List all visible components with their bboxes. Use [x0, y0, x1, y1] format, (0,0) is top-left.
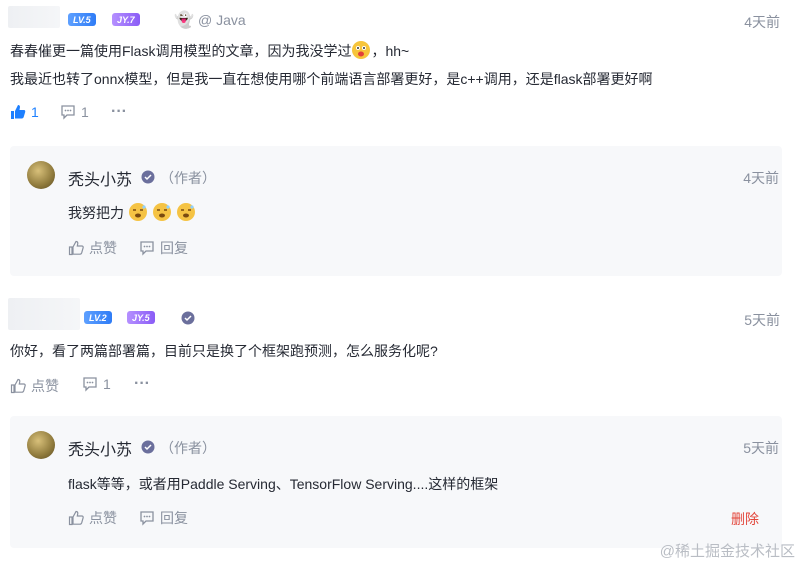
- author-tag: （作者）: [160, 170, 216, 186]
- reply-text: 我努把力: [68, 202, 196, 224]
- reply-like-button[interactable]: 点赞: [68, 508, 117, 528]
- level-badge: LV.5: [68, 13, 96, 26]
- struggle-emoji-icon: [128, 202, 148, 222]
- reply-text-content: 我努把力: [68, 205, 124, 221]
- reply-author-name[interactable]: 秃头小苏: [68, 436, 132, 460]
- comment-text-line1-after: ，hh~: [371, 43, 410, 59]
- reply-like-button[interactable]: 点赞: [68, 238, 117, 258]
- comment-text: 春春催更一篇使用Flask调用模型的文章，因为我没学过 ，hh~: [10, 40, 409, 62]
- thumbs-up-icon: [11, 105, 26, 119]
- comment-time: 5天前: [744, 312, 780, 328]
- avatar[interactable]: [27, 161, 55, 189]
- struggle-emoji-icon: [152, 202, 172, 222]
- verified-icon: [141, 440, 155, 454]
- comment-icon: [140, 241, 154, 256]
- reply-text: flask等等，或者用Paddle Serving、TensorFlow Ser…: [68, 476, 499, 492]
- comment-count: 1: [81, 104, 89, 120]
- like-label: 点赞: [89, 240, 117, 256]
- comment-icon: [83, 377, 97, 392]
- author-tag: （作者）: [160, 440, 216, 456]
- avatar[interactable]: [27, 431, 55, 459]
- comment-text-line1: 春春催更一篇使用Flask调用模型的文章，因为我没学过: [10, 43, 352, 59]
- level-badge: LV.2: [84, 311, 112, 324]
- thumbs-up-icon: [10, 378, 26, 394]
- like-button[interactable]: 1: [10, 104, 39, 120]
- ghost-icon: 👻: [174, 12, 194, 29]
- username-redacted[interactable]: [8, 6, 60, 28]
- reply-author-name[interactable]: 秃头小苏: [68, 166, 132, 190]
- verified-icon: [141, 170, 155, 184]
- struggle-emoji-icon: [176, 202, 196, 222]
- jy-badge: JY.5: [127, 311, 155, 324]
- reply-label: 回复: [160, 510, 188, 526]
- like-count: 1: [31, 104, 39, 120]
- watermark: @稀土掘金技术社区: [659, 543, 795, 560]
- like-label: 点赞: [89, 510, 117, 526]
- comment-icon: [140, 511, 154, 526]
- reply-reply-button[interactable]: 回复: [139, 508, 188, 528]
- comment-button[interactable]: 1: [60, 104, 89, 120]
- comment-text: 你好，看了两篇部署篇，目前只是换了个框架跑预测，怎么服务化呢?: [10, 343, 438, 359]
- group-tag[interactable]: @ Java: [198, 12, 246, 28]
- comment-button[interactable]: 1: [82, 376, 111, 392]
- username-redacted[interactable]: [8, 298, 80, 330]
- reply-time: 5天前: [743, 440, 779, 456]
- like-label: 点赞: [31, 378, 59, 394]
- reply-time: 4天前: [743, 170, 779, 186]
- comment-icon: [61, 105, 75, 120]
- verified-icon: [181, 311, 195, 325]
- comment-count: 1: [103, 376, 111, 392]
- thumbs-up-icon: [68, 510, 84, 526]
- reply-reply-button[interactable]: 回复: [139, 238, 188, 258]
- comment-time: 4天前: [744, 14, 780, 30]
- delete-button[interactable]: 删除: [731, 509, 759, 529]
- more-button[interactable]: ···: [111, 103, 127, 121]
- like-button[interactable]: 点赞: [10, 376, 59, 396]
- face-emoji-icon: [351, 40, 371, 60]
- more-button[interactable]: ···: [134, 375, 150, 393]
- comment-text-line2: 我最近也转了onnx模型，但是我一直在想使用哪个前端语言部署更好，是c++调用，…: [10, 71, 653, 87]
- reply-label: 回复: [160, 240, 188, 256]
- jy-badge: JY.7: [112, 13, 140, 26]
- thumbs-up-icon: [68, 240, 84, 256]
